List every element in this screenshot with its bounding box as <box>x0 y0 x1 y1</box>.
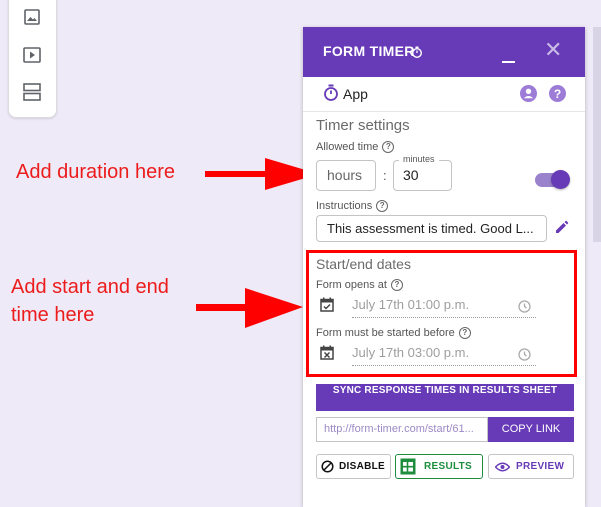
annotation-dates-line1: Add start and end <box>11 276 169 298</box>
time-separator: : <box>383 168 387 183</box>
instructions-input[interactable]: This assessment is timed. Good L... <box>316 215 547 242</box>
minutes-label: minutes <box>399 154 439 164</box>
video-icon[interactable] <box>22 45 42 65</box>
preview-label: PREVIEW <box>516 461 565 472</box>
help-icon[interactable]: ? <box>549 85 566 107</box>
block-icon <box>321 460 334 473</box>
app-row: App ? <box>303 77 585 112</box>
minutes-input[interactable]: 30 <box>393 160 452 191</box>
timer-toggle-knob[interactable] <box>551 170 570 189</box>
svg-text:?: ? <box>554 87 561 101</box>
timer-settings-heading: Timer settings <box>316 117 410 134</box>
form-url-field[interactable]: http://form-timer.com/start/61... <box>316 417 488 442</box>
preview-button[interactable]: PREVIEW <box>488 454 574 479</box>
panel-header: FORM TIMER ✕ <box>303 27 585 77</box>
results-label: RESULTS <box>424 461 473 472</box>
results-button[interactable]: RESULTS <box>395 454 483 479</box>
edit-icon[interactable] <box>555 220 569 239</box>
help-icon[interactable]: ? <box>382 141 395 154</box>
account-icon[interactable] <box>520 85 537 107</box>
minimize-button[interactable] <box>502 61 515 63</box>
copy-link-button[interactable]: COPY LINK <box>488 417 574 442</box>
stopwatch-icon <box>323 84 339 107</box>
image-icon[interactable] <box>22 7 42 27</box>
highlight-box <box>306 250 577 377</box>
scrollbar[interactable] <box>593 27 601 242</box>
side-toolbar <box>8 0 57 118</box>
hours-input[interactable]: hours <box>316 160 376 191</box>
app-label: App <box>343 86 368 102</box>
annotation-dates-line2: time here <box>11 304 95 326</box>
panel-title: FORM TIMER <box>323 43 415 59</box>
section-icon[interactable] <box>22 82 42 102</box>
close-icon[interactable]: ✕ <box>544 39 562 61</box>
instructions-label: Instructions? <box>316 200 389 213</box>
disable-label: DISABLE <box>339 461 385 472</box>
sync-response-times-button[interactable]: SYNC RESPONSE TIMES IN RESULTS SHEET <box>316 384 574 411</box>
disable-button[interactable]: DISABLE <box>316 454 391 479</box>
sheets-icon <box>400 458 416 475</box>
annotation-arrow-dates <box>196 288 303 328</box>
annotation-duration: Add duration here <box>16 161 176 183</box>
timer-icon <box>411 45 423 63</box>
allowed-time-label: Allowed time? <box>316 141 395 154</box>
help-icon[interactable]: ? <box>376 200 389 213</box>
eye-icon <box>495 462 510 472</box>
